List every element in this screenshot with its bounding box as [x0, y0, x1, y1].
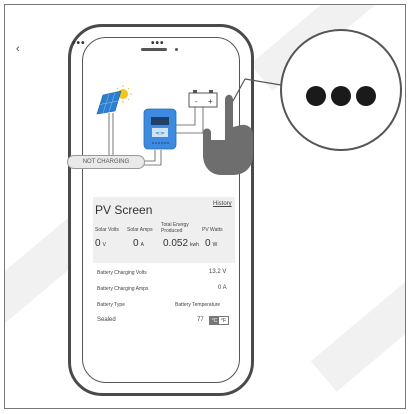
charging-status-badge: NOT CHARGING — [67, 155, 145, 169]
charge-controller-icon: =□= — [143, 108, 177, 150]
total-energy-value: 0.052 kwh — [163, 238, 199, 249]
svg-text:=□=: =□= — [156, 131, 165, 137]
ellipsis-callout — [280, 29, 402, 151]
ellipsis-icon — [356, 86, 376, 106]
charging-volts-label: Battery Charging Volts — [97, 270, 147, 276]
ellipsis-icon — [331, 86, 351, 106]
charging-amps-label: Battery Charging Amps — [97, 286, 149, 292]
svg-text:+: + — [208, 97, 213, 106]
wire — [176, 105, 204, 134]
solar-amps-value: 0A — [133, 238, 144, 249]
charging-volts-value: 13.2 V — [209, 269, 227, 275]
celsius-option[interactable]: °C — [210, 317, 219, 324]
solar-volts-value: 0V — [95, 238, 106, 249]
solar-volts-label: Solar Volts — [95, 227, 119, 233]
battery-type-value: Sealed — [97, 317, 116, 323]
ellipsis-icon — [306, 86, 326, 106]
total-energy-label: Total Energy Produced — [161, 222, 189, 234]
wire — [176, 105, 196, 126]
battery-type-label: Battery Type — [97, 302, 125, 308]
svg-text:-: - — [195, 97, 198, 106]
page-title: PV Screen — [95, 203, 153, 217]
temperature-unit-toggle[interactable]: °C °F — [209, 316, 229, 325]
pv-watts-value: 0W — [205, 238, 218, 249]
solar-panel-icon — [96, 90, 122, 115]
solar-amps-label: Solar Amps — [127, 227, 153, 233]
battery-temperature-label: Battery Temperature — [175, 302, 221, 308]
fahrenheit-option[interactable]: °F — [219, 317, 228, 324]
battery-icon: - + — [188, 90, 218, 108]
illustration-frame: ‹ ••• ••• =□= - + NOT CHARGING PV Screen… — [4, 4, 406, 409]
charging-amps-value: 0 A — [218, 285, 227, 291]
history-link[interactable]: History — [213, 201, 232, 207]
pv-watts-label: PV Watts — [202, 227, 223, 233]
battery-temperature-value: 77 — [197, 317, 204, 323]
